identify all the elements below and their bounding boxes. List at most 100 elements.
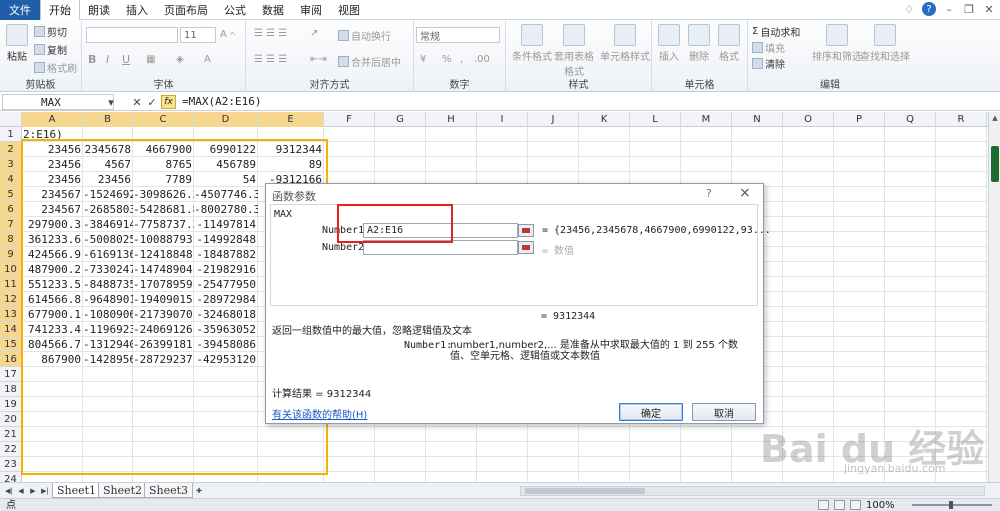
cell-A1[interactable]: 2:E16) xyxy=(22,127,142,142)
sort-filter-button[interactable]: 排序和筛选 xyxy=(812,24,862,63)
column-header-M[interactable]: M xyxy=(681,112,732,127)
cell-C11[interactable]: -17078959 xyxy=(133,277,194,292)
tab-5[interactable]: 公式 xyxy=(216,0,254,20)
column-header-E[interactable]: E xyxy=(258,112,324,127)
currency-icon[interactable]: ¥ xyxy=(420,54,426,65)
cell-A2[interactable]: 23456 xyxy=(22,142,83,157)
sheet-tab-2[interactable]: Sheet2 xyxy=(98,483,148,498)
cell-A15[interactable]: 804566.7 xyxy=(22,337,83,352)
column-header-F[interactable]: F xyxy=(324,112,375,127)
cell-B9[interactable]: -6169136 xyxy=(83,247,133,262)
row-header-3[interactable]: 3 xyxy=(0,157,22,172)
cell-D9[interactable]: -18487882 xyxy=(194,247,258,262)
column-header-R[interactable]: R xyxy=(936,112,987,127)
cell-C7[interactable]: -7758737.3 xyxy=(133,217,194,232)
cell-D2[interactable]: 6990122 xyxy=(194,142,258,157)
row-header-14[interactable]: 14 xyxy=(0,322,22,337)
normal-view-icon[interactable] xyxy=(818,500,829,510)
prev-sheet-icon[interactable]: ◀ xyxy=(16,484,26,498)
column-header-L[interactable]: L xyxy=(630,112,681,127)
cell-A12[interactable]: 614566.8 xyxy=(22,292,83,307)
pin-icon[interactable]: ♢ xyxy=(902,2,916,16)
column-header-D[interactable]: D xyxy=(194,112,258,127)
cell-B16[interactable]: -14289567 xyxy=(83,352,133,367)
help-icon[interactable]: ? xyxy=(706,187,712,200)
cell-C13[interactable]: -21739070 xyxy=(133,307,194,322)
italic-button[interactable]: I xyxy=(106,53,109,66)
format-painter-button[interactable]: 格式刷 xyxy=(34,60,77,75)
row-header-8[interactable]: 8 xyxy=(0,232,22,247)
cell-B7[interactable]: -3846914 xyxy=(83,217,133,232)
cell-C15[interactable]: -26399181 xyxy=(133,337,194,352)
row-header-22[interactable]: 22 xyxy=(0,442,22,457)
column-header-N[interactable]: N xyxy=(732,112,783,127)
row-header-7[interactable]: 7 xyxy=(0,217,22,232)
column-header-I[interactable]: I xyxy=(477,112,528,127)
tab-0[interactable]: 文件 xyxy=(0,0,40,20)
cell-D4[interactable]: 54 xyxy=(194,172,258,187)
row-header-23[interactable]: 23 xyxy=(0,457,22,472)
delete-cells-button[interactable]: 删除 xyxy=(688,24,710,63)
column-header-Q[interactable]: Q xyxy=(885,112,936,127)
cell-D8[interactable]: -14992848 xyxy=(194,232,258,247)
row-header-10[interactable]: 10 xyxy=(0,262,22,277)
cell-B12[interactable]: -9648901 xyxy=(83,292,133,307)
close-icon[interactable]: × xyxy=(739,185,751,201)
font-grow-icon[interactable]: A ^ xyxy=(220,29,236,40)
function-help-link[interactable]: 有关该函数的帮助(H) xyxy=(272,406,367,421)
scroll-thumb[interactable] xyxy=(991,146,999,182)
scroll-thumb[interactable] xyxy=(525,488,645,494)
cell-C2[interactable]: 4667900 xyxy=(133,142,194,157)
cell-D15[interactable]: -39458086 xyxy=(194,337,258,352)
cell-A8[interactable]: 361233.6 xyxy=(22,232,83,247)
copy-button[interactable]: 复制 xyxy=(34,42,67,57)
insert-cells-button[interactable]: 插入 xyxy=(658,24,680,63)
format-as-table-button[interactable]: 套用表格格式 xyxy=(554,24,594,78)
cell-B13[interactable]: -10809068 xyxy=(83,307,133,322)
cell-D14[interactable]: -35963052 xyxy=(194,322,258,337)
cell-A14[interactable]: 741233.4 xyxy=(22,322,83,337)
column-header-O[interactable]: O xyxy=(783,112,834,127)
zoom-knob[interactable] xyxy=(949,501,953,509)
row-header-19[interactable]: 19 xyxy=(0,397,22,412)
column-header-P[interactable]: P xyxy=(834,112,885,127)
cell-C5[interactable]: -3098626.3 xyxy=(133,187,194,202)
cell-C4[interactable]: 7789 xyxy=(133,172,194,187)
column-header-G[interactable]: G xyxy=(375,112,426,127)
sheet-tab-3[interactable]: Sheet3 xyxy=(144,483,194,498)
cell-B15[interactable]: -13129401 xyxy=(83,337,133,352)
cell-C9[interactable]: -12418848 xyxy=(133,247,194,262)
row-header-6[interactable]: 6 xyxy=(0,202,22,217)
cell-B5[interactable]: -1524692 xyxy=(83,187,133,202)
select-all-corner[interactable] xyxy=(0,112,22,127)
row-header-12[interactable]: 12 xyxy=(0,292,22,307)
restore-icon[interactable]: ❐ xyxy=(962,2,976,16)
row-header-15[interactable]: 15 xyxy=(0,337,22,352)
cell-A16[interactable]: 867900 xyxy=(22,352,83,367)
column-header-A[interactable]: A xyxy=(22,112,83,127)
orientation-icon[interactable]: ↗ xyxy=(310,28,318,39)
collapse-dialog-icon[interactable] xyxy=(518,241,534,254)
cell-C10[interactable]: -14748904 xyxy=(133,262,194,277)
page-break-view-icon[interactable] xyxy=(850,500,861,510)
cell-A5[interactable]: 234567 xyxy=(22,187,83,202)
cell-D13[interactable]: -32468018 xyxy=(194,307,258,322)
cell-C6[interactable]: -5428681.8 xyxy=(133,202,194,217)
cell-A7[interactable]: 297900.3 xyxy=(22,217,83,232)
cell-A9[interactable]: 424566.9 xyxy=(22,247,83,262)
tab-4[interactable]: 页面布局 xyxy=(156,0,216,20)
comma-button[interactable]: , xyxy=(460,54,463,65)
zoom-level[interactable]: 100% xyxy=(866,499,895,511)
merge-center-button[interactable]: 合并后居中 xyxy=(338,54,401,69)
cell-D12[interactable]: -28972984 xyxy=(194,292,258,307)
find-select-button[interactable]: 查找和选择 xyxy=(860,24,910,63)
percent-button[interactable]: % xyxy=(442,54,452,65)
cell-E3[interactable]: 89 xyxy=(258,157,324,172)
row-header-24[interactable]: 24 xyxy=(0,472,22,482)
ok-button[interactable]: 确定 xyxy=(619,403,683,421)
row-header-1[interactable]: 1 xyxy=(0,127,22,142)
cell-D7[interactable]: -11497814 xyxy=(194,217,258,232)
enter-check-icon[interactable]: ✓ xyxy=(145,94,159,110)
cell-B4[interactable]: 23456 xyxy=(83,172,133,187)
bold-button[interactable]: B xyxy=(88,53,96,66)
